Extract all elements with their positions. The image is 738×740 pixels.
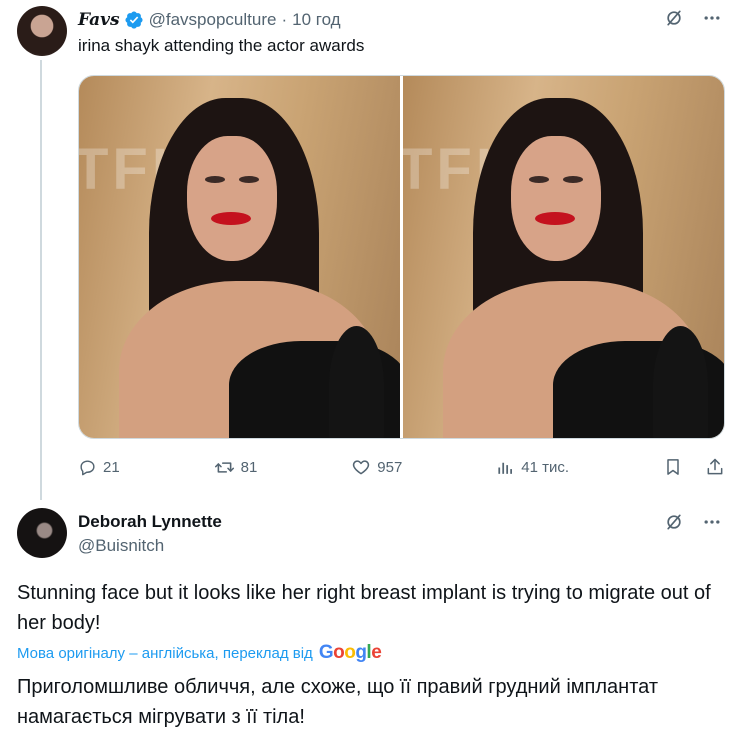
reply-author-handle[interactable]: @Buisnitch [78,536,164,556]
google-logo: Google [318,642,382,664]
repost-count: 81 [240,458,258,476]
author-handle[interactable]: @favspopculture [149,10,277,30]
share-icon[interactable] [705,457,725,477]
thread-line [40,60,42,500]
author-name[interactable]: Favs [78,10,120,30]
like-icon [353,460,370,475]
google-logo-letter: o [333,642,345,663]
tweet-action-bar: 21 81 957 41 тис. [78,455,725,479]
author-avatar[interactable] [17,6,67,56]
verified-badge-icon [124,10,144,30]
tweet-text: irina shayk attending the actor awards [78,36,365,55]
photo-face [187,136,277,261]
more-icon[interactable] [702,8,722,28]
repost-button[interactable]: 81 [214,457,258,478]
google-logo-letter: e [371,642,382,663]
photo-face [511,136,601,261]
grok-slash-icon[interactable] [664,512,684,532]
tweet-secondary-actions [663,457,725,477]
reply-author-name[interactable]: Deborah Lynnette [78,512,222,532]
tweet-top-actions [664,8,722,28]
media-photo-1[interactable]: TFLIX [79,76,400,438]
google-logo-letter: G [318,642,334,663]
separator-dot: · [281,10,288,29]
repost-icon [214,461,234,473]
reply-author-avatar[interactable] [17,508,67,558]
reply-count: 21 [103,458,120,476]
like-count: 957 [377,458,403,476]
photo-eye [239,176,259,183]
reply-button[interactable]: 21 [78,458,120,477]
grok-slash-icon[interactable] [664,8,684,28]
tweet-media[interactable]: TFLIX TFLIX [78,75,725,439]
like-button[interactable]: 957 [351,457,402,477]
views-icon [498,462,513,474]
photo-dress-cup [329,326,384,438]
photo-dress-cup [653,326,708,438]
media-photo-2[interactable]: TFLIX [403,76,724,438]
translated-text: Приголомшливе обличчя, але схоже, що її … [17,676,658,728]
translation-note: Мова оригіналу – англійська, переклад ві… [17,644,313,662]
photo-eye [563,176,583,183]
translation-attribution[interactable]: Мова оригіналу – англійська, переклад ві… [17,641,382,665]
reply-text: Stunning face but it looks like her righ… [17,582,711,634]
photo-eye [529,176,549,183]
more-icon[interactable] [702,512,722,532]
photo-eye [205,176,225,183]
reply-top-actions [664,512,722,532]
reply-icon [80,459,95,475]
tweet-header: Favs @favspopculture · 10 год [78,9,341,31]
bookmark-icon[interactable] [663,457,683,477]
google-logo-letter: o [344,642,356,663]
google-logo-letter: g [355,642,367,663]
views-count: 41 тис. [521,458,570,476]
tweet-time[interactable]: 10 год [292,10,340,30]
photo-lips [535,212,575,225]
views-button[interactable]: 41 тис. [496,458,569,477]
photo-lips [211,212,251,225]
